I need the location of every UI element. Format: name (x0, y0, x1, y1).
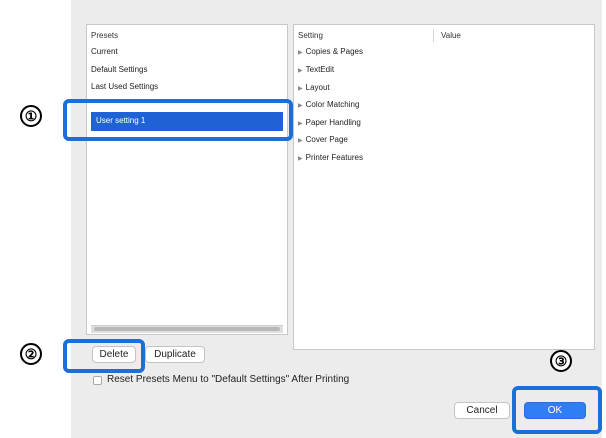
disclosure-triangle-icon: ▶ (298, 121, 303, 127)
settings-panel (293, 24, 595, 350)
reset-presets-checkbox[interactable] (93, 376, 102, 385)
setting-column-header: Setting (298, 31, 323, 40)
cancel-button[interactable]: Cancel (454, 402, 510, 419)
callout-box-2 (63, 339, 145, 373)
scrollbar-thumb[interactable] (94, 327, 280, 331)
setting-item-layout[interactable]: ▶ Layout (298, 83, 330, 92)
disclosure-triangle-icon: ▶ (298, 156, 303, 162)
callout-number-2: ② (20, 343, 42, 365)
reset-presets-label: Reset Presets Menu to "Default Settings"… (107, 374, 350, 385)
disclosure-triangle-icon: ▶ (298, 86, 303, 92)
setting-item-copies-pages[interactable]: ▶ Copies & Pages (298, 47, 363, 56)
callout-number-3: ③ (550, 350, 572, 372)
setting-item-textedit[interactable]: ▶ TextEdit (298, 65, 334, 74)
value-column-header: Value (441, 31, 461, 40)
callout-number-1: ① (20, 105, 42, 127)
duplicate-button[interactable]: Duplicate (145, 346, 205, 363)
presets-header: Presets (91, 31, 119, 40)
preset-item-current[interactable]: Current (91, 47, 118, 56)
callout-box-3 (512, 386, 602, 434)
disclosure-triangle-icon: ▶ (298, 68, 303, 74)
disclosure-triangle-icon: ▶ (298, 103, 303, 109)
preset-item-last-used-settings[interactable]: Last Used Settings (91, 82, 158, 91)
presets-scrollbar[interactable] (91, 325, 283, 333)
preset-item-default-settings[interactable]: Default Settings (91, 65, 147, 74)
callout-box-1 (63, 99, 293, 141)
column-divider (433, 29, 434, 42)
disclosure-triangle-icon: ▶ (298, 138, 303, 144)
disclosure-triangle-icon: ▶ (298, 50, 303, 56)
setting-item-paper-handling[interactable]: ▶ Paper Handling (298, 118, 361, 127)
setting-item-color-matching[interactable]: ▶ Color Matching (298, 100, 359, 109)
setting-item-printer-features[interactable]: ▶ Printer Features (298, 153, 363, 162)
setting-item-cover-page[interactable]: ▶ Cover Page (298, 135, 348, 144)
